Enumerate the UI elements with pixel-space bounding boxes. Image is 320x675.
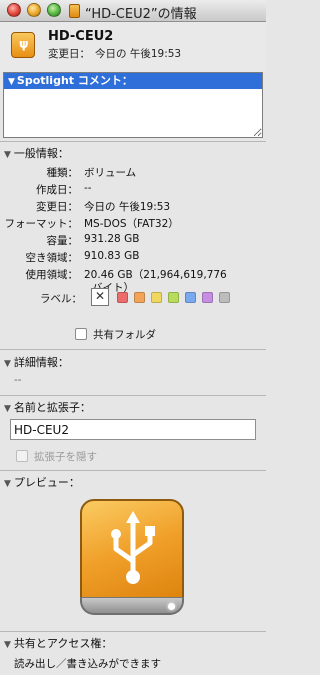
label-none-button[interactable]: ✕ xyxy=(91,288,109,306)
minimize-button[interactable] xyxy=(27,3,41,17)
modified-row-value: 今日の 午後19:53 xyxy=(84,201,171,213)
label-yellow-swatch[interactable] xyxy=(151,292,162,303)
shared-folder-checkbox[interactable] xyxy=(75,328,87,340)
label-blue-swatch[interactable] xyxy=(185,292,196,303)
kind-value: ボリューム xyxy=(84,167,137,179)
disclosure-triangle-icon[interactable]: ▼ xyxy=(4,640,11,650)
format-label: フォーマット： xyxy=(4,218,79,230)
divider xyxy=(0,349,266,350)
modified-value: 今日の 午後19:53 xyxy=(95,48,182,60)
general-heading: 一般情報： xyxy=(13,147,69,160)
modified-row-label: 変更日： xyxy=(36,201,78,213)
spotlight-comments-panel: ▼ Spotlight コメント： xyxy=(3,72,263,138)
name-extension-header[interactable]: ▼ 名前と拡張子： xyxy=(4,399,91,415)
available-value: 910.83 GB xyxy=(84,250,140,262)
spotlight-comment-field[interactable] xyxy=(4,89,262,137)
name-field[interactable] xyxy=(10,419,256,440)
label-purple-swatch[interactable] xyxy=(202,292,213,303)
disclosure-triangle-icon[interactable]: ▼ xyxy=(4,359,11,369)
created-value: -- xyxy=(84,182,92,194)
disclosure-triangle-icon[interactable]: ▼ xyxy=(4,404,11,414)
divider xyxy=(0,470,266,471)
created-label: 作成日： xyxy=(36,184,78,196)
more-info-header[interactable]: ▼ 詳細情報： xyxy=(4,354,69,370)
preview-heading: プレビュー： xyxy=(13,476,80,489)
shared-folder-label: 共有フォルダ xyxy=(93,329,156,341)
drive-title-icon xyxy=(69,4,80,18)
name-extension-heading: 名前と拡張子： xyxy=(13,401,91,414)
available-label: 空き領域： xyxy=(25,252,79,264)
label-green-swatch[interactable] xyxy=(168,292,179,303)
window-title: “HD-CEU2”の情報 xyxy=(85,7,197,22)
label-gray-swatch[interactable] xyxy=(219,292,230,303)
sharing-permissions-header[interactable]: ▼ 共有とアクセス権： xyxy=(4,635,112,651)
hide-extension-checkbox[interactable] xyxy=(16,450,28,462)
zoom-button[interactable] xyxy=(47,3,61,17)
used-label: 使用領域： xyxy=(25,269,79,281)
modified-label: 変更日： xyxy=(48,48,90,60)
label-red-swatch[interactable] xyxy=(117,292,128,303)
info-header: ψ HD-CEU2 変更日： 今日の 午後19:53 xyxy=(0,22,266,72)
title-bar: “HD-CEU2”の情報 xyxy=(0,0,266,22)
general-info-header[interactable]: ▼ 一般情報： xyxy=(4,145,69,161)
hide-extension-label: 拡張子を隠す xyxy=(34,451,97,463)
close-button[interactable] xyxy=(7,3,21,17)
divider xyxy=(0,141,266,142)
more-info-value: -- xyxy=(14,374,22,386)
capacity-label: 容量： xyxy=(46,235,79,247)
spotlight-header[interactable]: ▼ Spotlight コメント： xyxy=(4,73,262,89)
sharing-value: 読み出し／書き込みができます xyxy=(14,658,161,670)
divider xyxy=(0,631,266,632)
sharing-heading: 共有とアクセス権： xyxy=(13,637,113,650)
format-value: MS-DOS（FAT32） xyxy=(84,218,179,230)
usb-drive-icon xyxy=(78,497,188,619)
preview-header[interactable]: ▼ プレビュー： xyxy=(4,474,80,490)
volume-name: HD-CEU2 xyxy=(48,29,114,44)
label-caption: ラベル： xyxy=(40,293,82,305)
label-orange-swatch[interactable] xyxy=(134,292,145,303)
divider xyxy=(0,395,266,396)
disclosure-triangle-icon[interactable]: ▼ xyxy=(4,150,11,160)
disclosure-triangle-icon[interactable]: ▼ xyxy=(8,74,15,90)
usb-drive-small-icon: ψ xyxy=(10,31,36,59)
disclosure-triangle-icon[interactable]: ▼ xyxy=(4,479,11,489)
capacity-value: 931.28 GB xyxy=(84,233,140,245)
more-info-heading: 詳細情報： xyxy=(13,356,69,369)
usb-symbol-icon xyxy=(111,511,155,584)
spotlight-heading: Spotlight コメント： xyxy=(16,74,133,87)
kind-label: 種類： xyxy=(46,167,79,179)
drive-led xyxy=(168,603,175,610)
